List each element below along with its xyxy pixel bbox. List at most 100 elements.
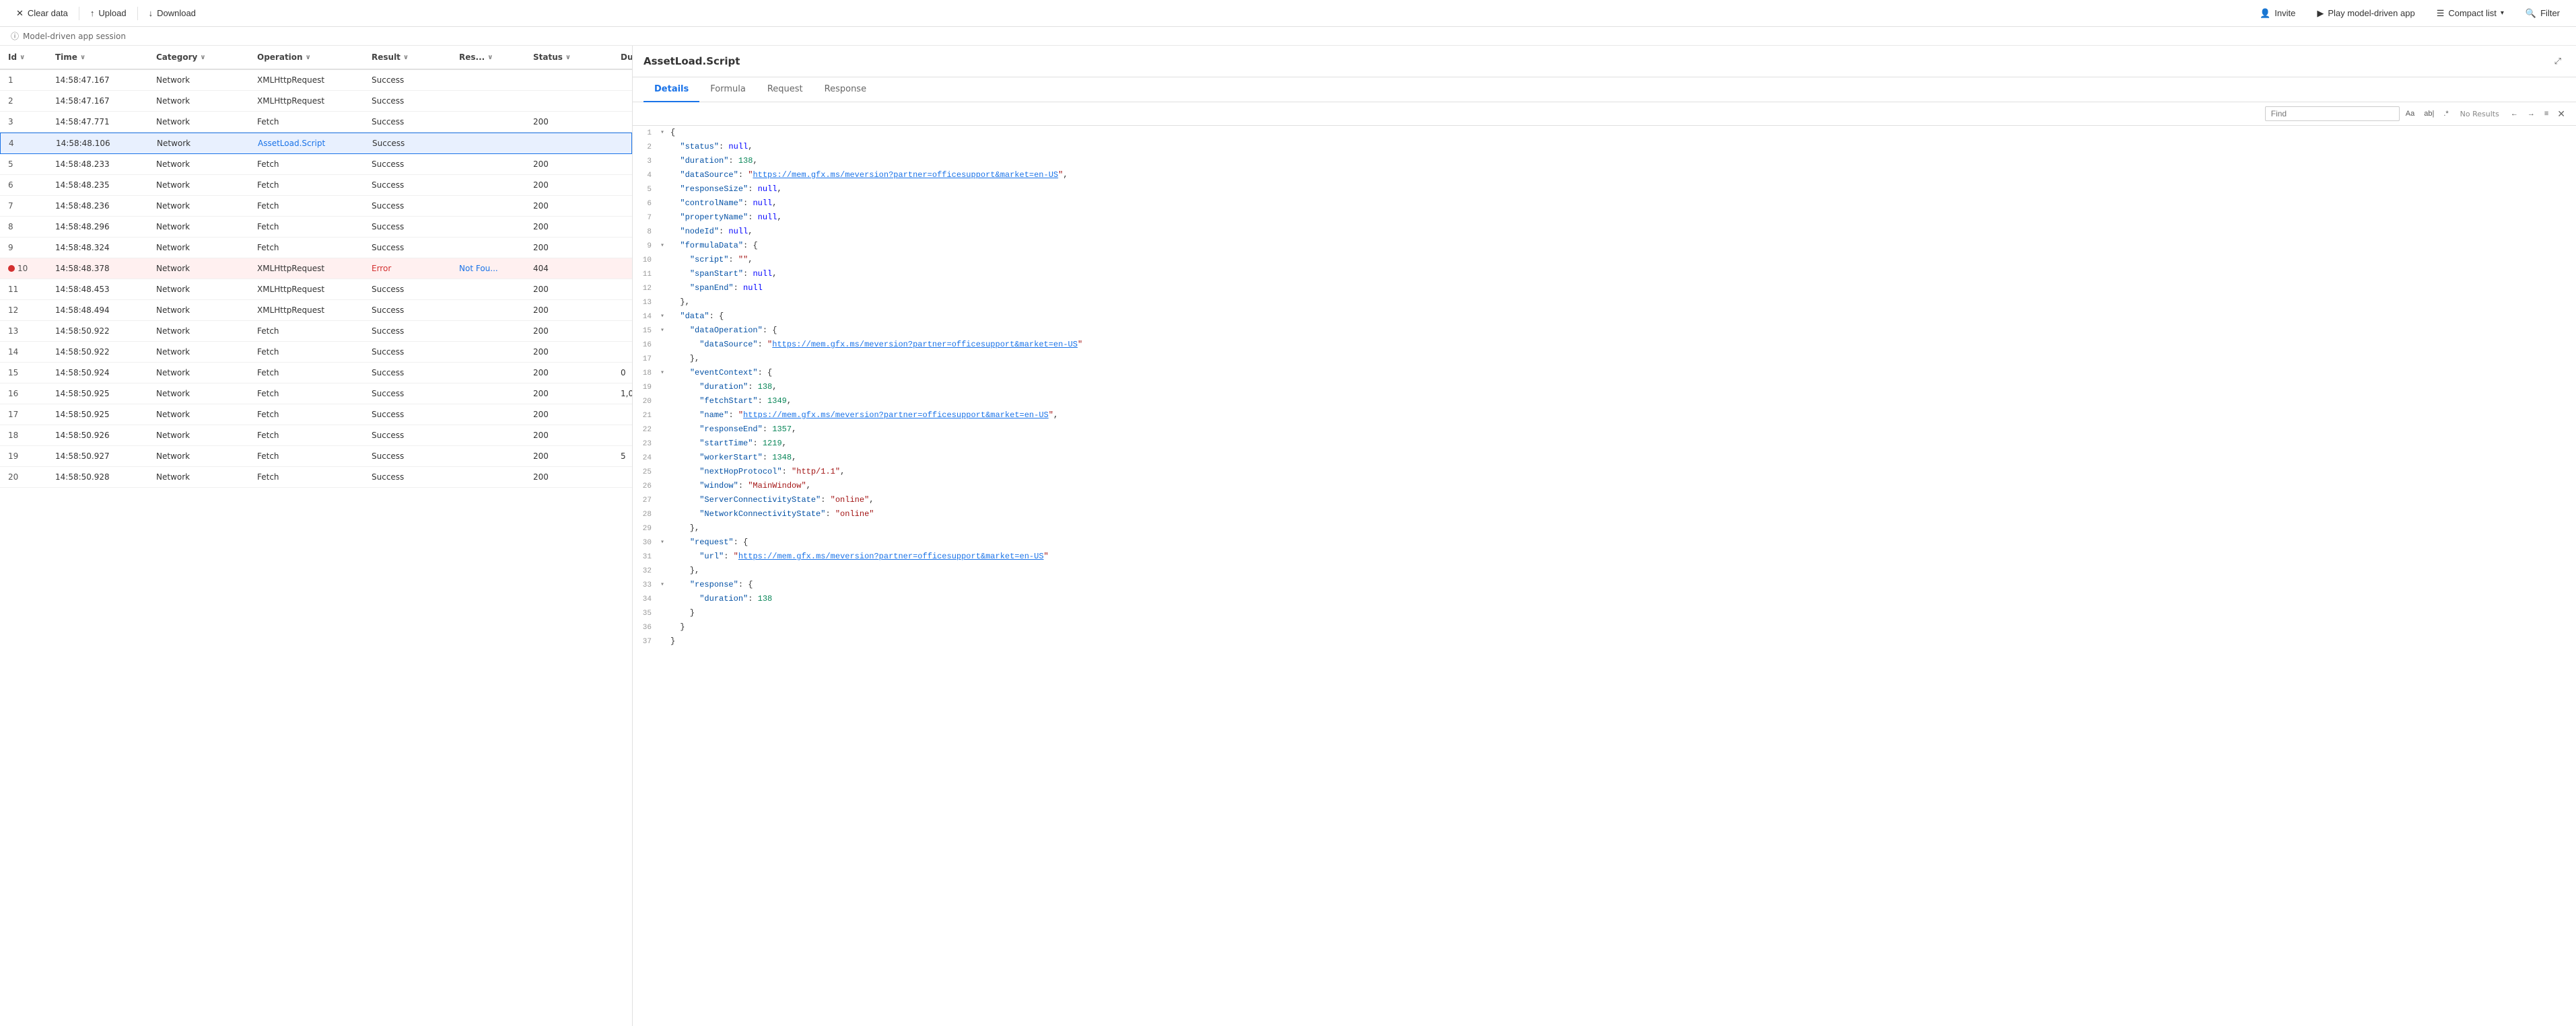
cell-operation[interactable]: Fetch (249, 217, 363, 237)
line-content: "eventContext": { (668, 366, 2576, 380)
cell-result: Success (363, 279, 451, 299)
compact-list-button[interactable]: ☰ Compact list ▾ (2431, 5, 2509, 22)
col-header-res[interactable]: Res... ∨ (451, 46, 525, 69)
cell-operation[interactable]: Fetch (249, 154, 363, 174)
cell-operation[interactable]: Fetch (249, 237, 363, 258)
table-row[interactable]: 1714:58:50.925NetworkFetchSuccess200 (0, 404, 632, 425)
line-toggle-spacer (657, 267, 668, 281)
cell-id: 8 (0, 217, 47, 237)
collapse-toggle-icon[interactable]: ▾ (657, 536, 668, 550)
tab-response[interactable]: Response (814, 77, 877, 102)
code-line: 36 } (633, 620, 2576, 634)
col-header-operation[interactable]: Operation ∨ (249, 46, 363, 69)
table-row[interactable]: 1614:58:50.925NetworkFetchSuccess2001,0 (0, 383, 632, 404)
table-row[interactable]: 314:58:47.771NetworkFetchSuccess200 (0, 112, 632, 133)
cell-status: 200 (525, 342, 613, 362)
code-line: 20 "fetchStart": 1349, (633, 394, 2576, 408)
match-word-button[interactable]: ab| (2421, 108, 2437, 120)
cell-status: 200 (525, 446, 613, 466)
table-row[interactable]: 514:58:48.233NetworkFetchSuccess200 (0, 154, 632, 175)
download-button[interactable]: ↓ Download (143, 5, 201, 21)
upload-button[interactable]: ↑ Upload (85, 5, 132, 21)
info-bar: ⓘ Model-driven app session (0, 27, 2576, 46)
table-row[interactable]: 1014:58:48.378NetworkXMLHttpRequestError… (0, 258, 632, 279)
invite-button[interactable]: 👤 Invite (2254, 5, 2301, 22)
cell-operation[interactable]: Fetch (249, 383, 363, 404)
cell-operation[interactable]: XMLHttpRequest (249, 258, 363, 279)
col-header-time[interactable]: Time ∨ (47, 46, 148, 69)
cell-operation[interactable]: Fetch (249, 342, 363, 362)
collapse-toggle-icon[interactable]: ▾ (657, 309, 668, 324)
cell-operation[interactable]: Fetch (249, 404, 363, 425)
table-row[interactable]: 1114:58:48.453NetworkXMLHttpRequestSucce… (0, 279, 632, 300)
filter-button[interactable]: 🔍 Filter (2520, 5, 2565, 22)
cell-operation[interactable]: XMLHttpRequest (249, 300, 363, 320)
line-content: "duration": 138 (668, 592, 2576, 606)
table-row[interactable]: 1914:58:50.927NetworkFetchSuccess2005 (0, 446, 632, 467)
download-icon: ↓ (149, 8, 153, 18)
line-content: "duration": 138, (668, 380, 2576, 394)
table-row[interactable]: 2014:58:50.928NetworkFetchSuccess200 (0, 467, 632, 488)
find-prev-button[interactable]: ← (2507, 108, 2521, 120)
table-row[interactable]: 614:58:48.235NetworkFetchSuccess200 (0, 175, 632, 196)
find-input[interactable] (2265, 106, 2400, 121)
cell-operation[interactable]: Fetch (249, 446, 363, 466)
table-row[interactable]: 414:58:48.106NetworkAssetLoad.ScriptSucc… (0, 133, 632, 154)
cell-result: Success (363, 91, 451, 111)
cell-operation[interactable]: Fetch (249, 196, 363, 216)
table-row[interactable]: 714:58:48.236NetworkFetchSuccess200 (0, 196, 632, 217)
cell-operation[interactable]: XMLHttpRequest (249, 279, 363, 299)
col-header-duration[interactable]: Duration (ms) ∨ (613, 46, 633, 69)
line-toggle-spacer (657, 507, 668, 521)
sort-operation-icon: ∨ (306, 54, 311, 61)
table-row[interactable]: 1214:58:48.494NetworkXMLHttpRequestSucce… (0, 300, 632, 321)
find-next-button[interactable]: → (2524, 108, 2538, 120)
cell-operation[interactable]: Fetch (249, 363, 363, 383)
table-row[interactable]: 814:58:48.296NetworkFetchSuccess200 (0, 217, 632, 237)
collapse-toggle-icon[interactable]: ▾ (657, 578, 668, 592)
play-model-driven-button[interactable]: ▶ Play model-driven app (2311, 5, 2420, 22)
cell-category: Network (148, 425, 249, 445)
table-row[interactable]: 914:58:48.324NetworkFetchSuccess200 (0, 237, 632, 258)
table-row[interactable]: 1514:58:50.924NetworkFetchSuccess2000 (0, 363, 632, 383)
col-header-id[interactable]: Id ∨ (0, 46, 47, 69)
cell-operation[interactable]: XMLHttpRequest (249, 70, 363, 90)
detail-close-button[interactable]: ⤢ (2550, 54, 2565, 69)
col-header-category[interactable]: Category ∨ (148, 46, 249, 69)
table-row[interactable]: 214:58:47.167NetworkXMLHttpRequestSucces… (0, 91, 632, 112)
cell-operation[interactable]: Fetch (249, 425, 363, 445)
line-number: 33 (633, 578, 657, 592)
table-row[interactable]: 114:58:47.167NetworkXMLHttpRequestSucces… (0, 70, 632, 91)
cell-operation[interactable]: Fetch (249, 175, 363, 195)
line-toggle-spacer (657, 338, 668, 352)
collapse-toggle-icon[interactable]: ▾ (657, 324, 668, 338)
find-list-button[interactable]: ≡ (2541, 108, 2552, 120)
tab-details[interactable]: Details (643, 77, 699, 102)
collapse-toggle-icon[interactable]: ▾ (657, 366, 668, 380)
line-number: 6 (633, 196, 657, 211)
line-number: 12 (633, 281, 657, 295)
tab-formula[interactable]: Formula (699, 77, 757, 102)
cell-operation[interactable]: Fetch (249, 112, 363, 132)
collapse-toggle-icon[interactable]: ▾ (657, 126, 668, 140)
cell-operation[interactable]: XMLHttpRequest (249, 91, 363, 111)
cell-result: Success (363, 196, 451, 216)
use-regex-button[interactable]: .* (2440, 108, 2451, 120)
cell-operation[interactable]: Fetch (249, 321, 363, 341)
clear-data-button[interactable]: ✕ Clear data (11, 5, 73, 22)
table-row[interactable]: 1814:58:50.926NetworkFetchSuccess200 (0, 425, 632, 446)
find-close-button[interactable]: ✕ (2554, 107, 2568, 121)
match-case-button[interactable]: Aa (2402, 108, 2418, 120)
line-toggle-spacer (657, 281, 668, 295)
col-category-label: Category (156, 52, 197, 62)
cell-status: 200 (525, 300, 613, 320)
cell-operation[interactable]: AssetLoad.Script (250, 133, 364, 153)
tab-request[interactable]: Request (757, 77, 814, 102)
collapse-toggle-icon[interactable]: ▾ (657, 239, 668, 253)
sort-category-icon: ∨ (200, 54, 205, 61)
col-header-result[interactable]: Result ∨ (363, 46, 451, 69)
table-row[interactable]: 1414:58:50.922NetworkFetchSuccess200 (0, 342, 632, 363)
table-row[interactable]: 1314:58:50.922NetworkFetchSuccess200 (0, 321, 632, 342)
col-header-status[interactable]: Status ∨ (525, 46, 613, 69)
cell-operation[interactable]: Fetch (249, 467, 363, 487)
